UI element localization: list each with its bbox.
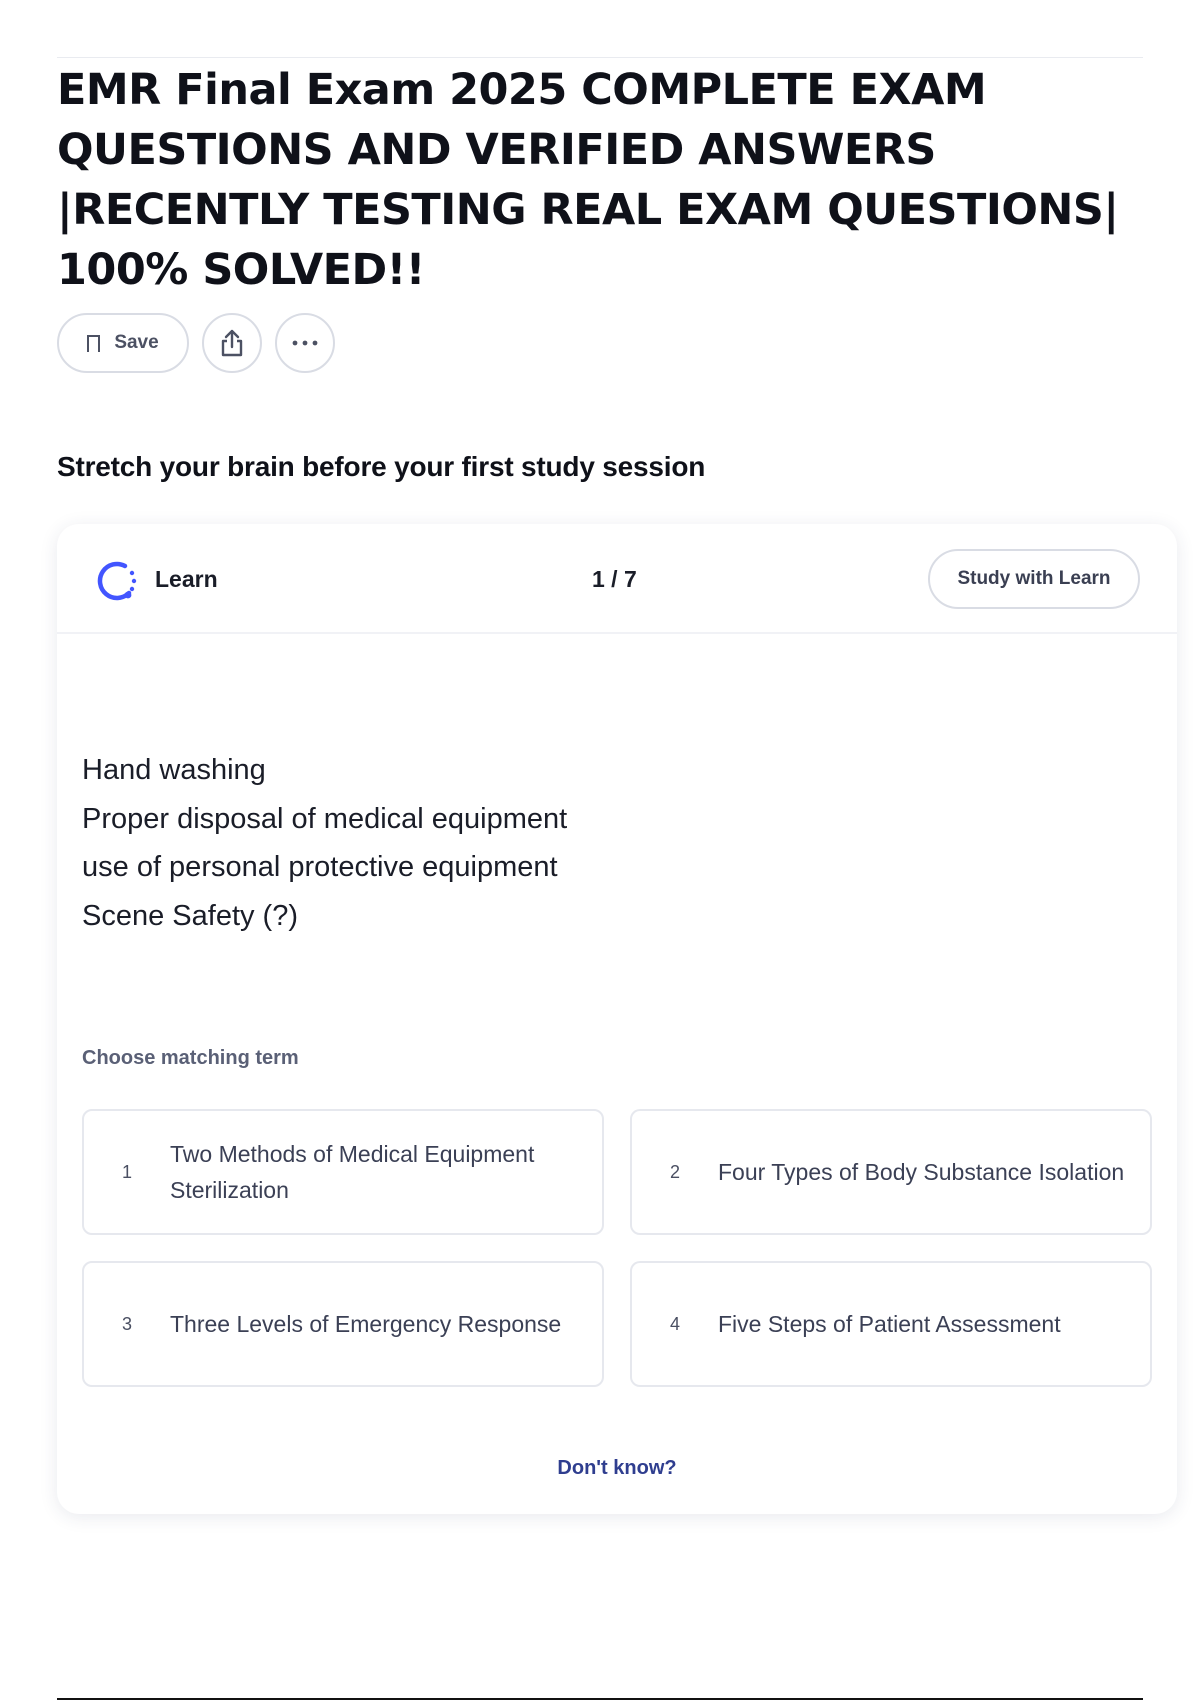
page: EMR Final Exam 2025 COMPLETE EXAM QUESTI…	[0, 0, 1200, 1700]
title-line: EMR Final Exam 2025 COMPLETE EXAM	[57, 65, 987, 115]
more-horizontal-icon	[292, 340, 318, 346]
choice-prompt: Choose matching term	[82, 1047, 299, 1069]
option-text: Two Methods of Medical Equipment Sterili…	[170, 1141, 535, 1203]
definition-line: Scene Safety (?)	[82, 899, 298, 932]
option-text: Three Levels of Emergency Response	[170, 1311, 562, 1337]
title-line: 100% SOLVED!!	[57, 245, 425, 295]
bookmark-icon	[87, 334, 101, 358]
option-number: 2	[670, 1161, 681, 1182]
top-divider	[57, 57, 1143, 58]
option-text: Four Types of Body Substance Isolation	[718, 1159, 1125, 1185]
save-label: Save	[114, 332, 159, 353]
section-heading: Stretch your brain before your first stu…	[57, 451, 706, 482]
option-text: Five Steps of Patient Assessment	[718, 1311, 1061, 1337]
title-line: |RECENTLY TESTING REAL EXAM QUESTIONS|	[57, 185, 1119, 235]
save-button[interactable]: Save	[57, 313, 189, 373]
answer-option-3[interactable]: 3 Three Levels of Emergency Response	[82, 1261, 604, 1387]
action-bar: Save	[57, 313, 335, 373]
answer-option-1[interactable]: 1 Two Methods of Medical Equipment Steri…	[82, 1109, 604, 1235]
definition-line: Proper disposal of medical equipment	[82, 802, 568, 835]
definition-text: Hand washing Proper disposal of medical …	[82, 746, 567, 940]
share-icon	[221, 329, 243, 357]
more-options-button[interactable]	[275, 313, 335, 373]
title-line: QUESTIONS AND VERIFIED ANSWERS	[57, 125, 936, 175]
learn-mode-label: Learn	[155, 566, 218, 592]
definition-line: use of personal protective equipment	[82, 851, 558, 883]
definition-line: Hand washing	[82, 754, 266, 786]
answer-option-2[interactable]: 2 Four Types of Body Substance Isolation	[630, 1109, 1152, 1235]
progress-counter: 1 / 7	[592, 566, 637, 592]
learn-card: Learn 1 / 7 Study with Learn Hand washin…	[57, 524, 1177, 1514]
answer-option-4[interactable]: 4 Five Steps of Patient Assessment	[630, 1261, 1152, 1387]
option-number: 3	[122, 1313, 133, 1334]
page-title: EMR Final Exam 2025 COMPLETE EXAM QUESTI…	[57, 60, 1147, 300]
option-number: 1	[122, 1161, 133, 1182]
study-with-learn-button[interactable]: Study with Learn	[928, 549, 1140, 609]
share-button[interactable]	[202, 313, 262, 373]
learn-progress-icon	[97, 561, 137, 601]
learn-card-header: Learn 1 / 7 Study with Learn	[57, 524, 1177, 634]
dont-know-link[interactable]: Don't know?	[57, 1457, 1177, 1480]
option-number: 4	[670, 1313, 681, 1334]
